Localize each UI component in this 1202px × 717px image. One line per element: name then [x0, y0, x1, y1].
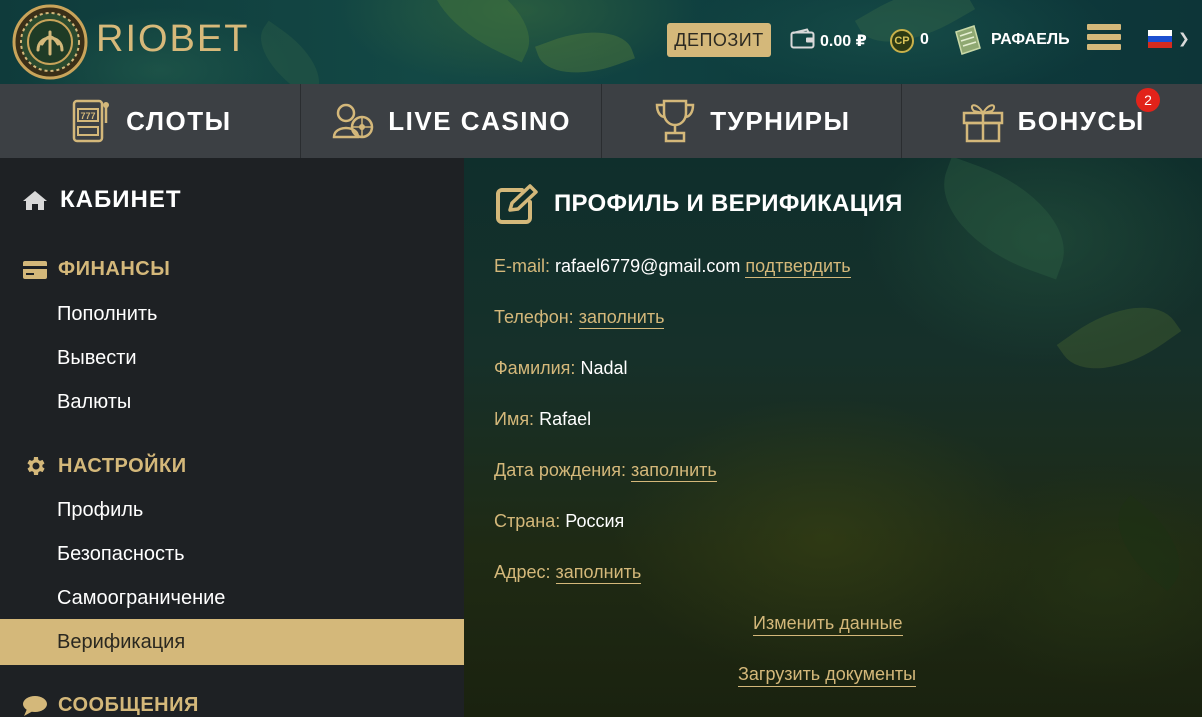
main-content: ПРОФИЛЬ И ВЕРИФИКАЦИЯ E-mail: rafael6779…	[464, 158, 1202, 717]
field-country-value: Россия	[565, 511, 625, 531]
home-icon	[23, 191, 47, 210]
wallet-icon[interactable]	[790, 28, 816, 50]
section-messages-title: СООБЩЕНИЯ	[58, 694, 199, 716]
field-address: Адрес: заполнить	[494, 562, 642, 584]
edit-profile-icon	[496, 184, 538, 224]
bonus-count-badge: 2	[1136, 88, 1160, 112]
main-nav: 777 СЛОТЫ LIVE CASINO ТУРНИРЫ БОНУСЫ 2	[0, 84, 1202, 158]
user-status-icon[interactable]	[952, 24, 982, 56]
confirm-email-link[interactable]: подтвердить	[745, 256, 851, 278]
gear-icon	[27, 457, 45, 475]
chat-bubble-icon	[23, 695, 47, 716]
field-email-value: rafael6779@gmail.com	[555, 256, 741, 276]
sidebar-item-withdraw[interactable]: Вывести	[0, 335, 464, 381]
fill-phone-link[interactable]: заполнить	[578, 307, 665, 329]
section-finance: ФИНАНСЫ	[22, 258, 170, 281]
background-leaf	[412, 0, 548, 63]
nav-label-tournaments: ТУРНИРЫ	[710, 105, 851, 136]
field-name-value: Rafael	[539, 409, 592, 429]
deposit-button[interactable]: ДЕПОЗИТ	[667, 23, 771, 57]
field-surname-value: Nadal	[580, 358, 628, 378]
field-email: E-mail: rafael6779@gmail.com подтвердить	[494, 256, 851, 278]
menu-burger-icon[interactable]	[1087, 24, 1121, 54]
nav-label-live-casino: LIVE CASINO	[388, 105, 571, 136]
field-birthdate-label: Дата рождения:	[494, 460, 626, 480]
credit-card-icon	[23, 260, 47, 279]
background-leaf	[1056, 281, 1182, 395]
nav-item-slots[interactable]: 777 СЛОТЫ	[0, 84, 301, 158]
fill-address-link[interactable]: заполнить	[555, 562, 642, 584]
upload-documents-link[interactable]: Загрузить документы	[738, 664, 917, 687]
user-name[interactable]: РАФАЕЛЬ	[991, 31, 1070, 49]
sidebar-item-currencies[interactable]: Валюты	[0, 379, 464, 425]
field-name-label: Имя:	[494, 409, 535, 429]
nav-label-slots: СЛОТЫ	[126, 105, 232, 136]
sidebar-title: КАБИНЕТ	[22, 186, 181, 214]
field-phone-label: Телефон:	[494, 307, 574, 327]
nav-label-bonuses: БОНУСЫ	[1017, 105, 1145, 136]
field-email-label: E-mail:	[494, 256, 551, 276]
gift-icon	[962, 104, 1003, 143]
background-leaf	[535, 15, 635, 84]
sidebar-item-profile[interactable]: Профиль	[0, 487, 464, 533]
sidebar-item-security[interactable]: Безопасность	[0, 531, 464, 577]
field-birthdate: Дата рождения: заполнить	[494, 460, 717, 482]
section-messages: СООБЩЕНИЯ	[22, 694, 199, 717]
slot-machine-icon: 777	[72, 99, 110, 143]
chevron-down-icon[interactable]: ❯	[1178, 30, 1190, 47]
russian-flag-icon[interactable]	[1148, 30, 1172, 48]
svg-text:777: 777	[81, 111, 96, 121]
background-leaf	[245, 20, 335, 84]
fill-birthdate-link[interactable]: заполнить	[631, 460, 717, 482]
sidebar-item-deposit[interactable]: Пополнить	[0, 291, 464, 337]
riobet-logo-icon[interactable]	[12, 4, 88, 80]
edit-data-link[interactable]: Изменить данные	[753, 613, 903, 636]
background-leaf	[1098, 494, 1200, 592]
sidebar-item-verification[interactable]: Верификация	[0, 619, 464, 665]
nav-item-tournaments[interactable]: ТУРНИРЫ	[601, 84, 903, 158]
live-dealer-icon	[333, 103, 374, 139]
page-title: ПРОФИЛЬ И ВЕРИФИКАЦИЯ	[554, 190, 903, 217]
field-country: Страна: Россия	[494, 511, 624, 532]
comp-points-value[interactable]: 0	[920, 31, 929, 49]
field-address-label: Адрес:	[494, 562, 551, 582]
balance-value[interactable]: 0.00 ₽	[820, 31, 867, 51]
section-settings-title: НАСТРОЙКИ	[58, 454, 187, 477]
background-leaf	[924, 158, 1084, 280]
comp-points-icon[interactable]: CP	[890, 29, 914, 53]
sidebar: КАБИНЕТ ФИНАНСЫ Пополнить Вывести Валюты…	[0, 158, 464, 717]
nav-item-live-casino[interactable]: LIVE CASINO	[300, 84, 602, 158]
header: RIOBET ДЕПОЗИТ 0.00 ₽ CP 0 РАФАЕЛЬ ❯	[0, 0, 1202, 84]
nav-item-bonuses[interactable]: БОНУСЫ 2	[902, 84, 1202, 158]
field-name: Имя: Rafael	[494, 409, 591, 430]
section-settings: НАСТРОЙКИ	[22, 454, 187, 478]
brand-name[interactable]: RIOBET	[96, 18, 249, 61]
trophy-icon	[656, 99, 695, 143]
field-surname-label: Фамилия:	[494, 358, 576, 378]
sidebar-title-label: КАБИНЕТ	[60, 186, 182, 213]
field-surname: Фамилия: Nadal	[494, 358, 627, 379]
field-country-label: Страна:	[494, 511, 561, 531]
field-phone: Телефон: заполнить	[494, 307, 665, 329]
section-finance-title: ФИНАНСЫ	[58, 258, 171, 280]
sidebar-item-self-exclusion[interactable]: Самоограничение	[0, 575, 464, 621]
